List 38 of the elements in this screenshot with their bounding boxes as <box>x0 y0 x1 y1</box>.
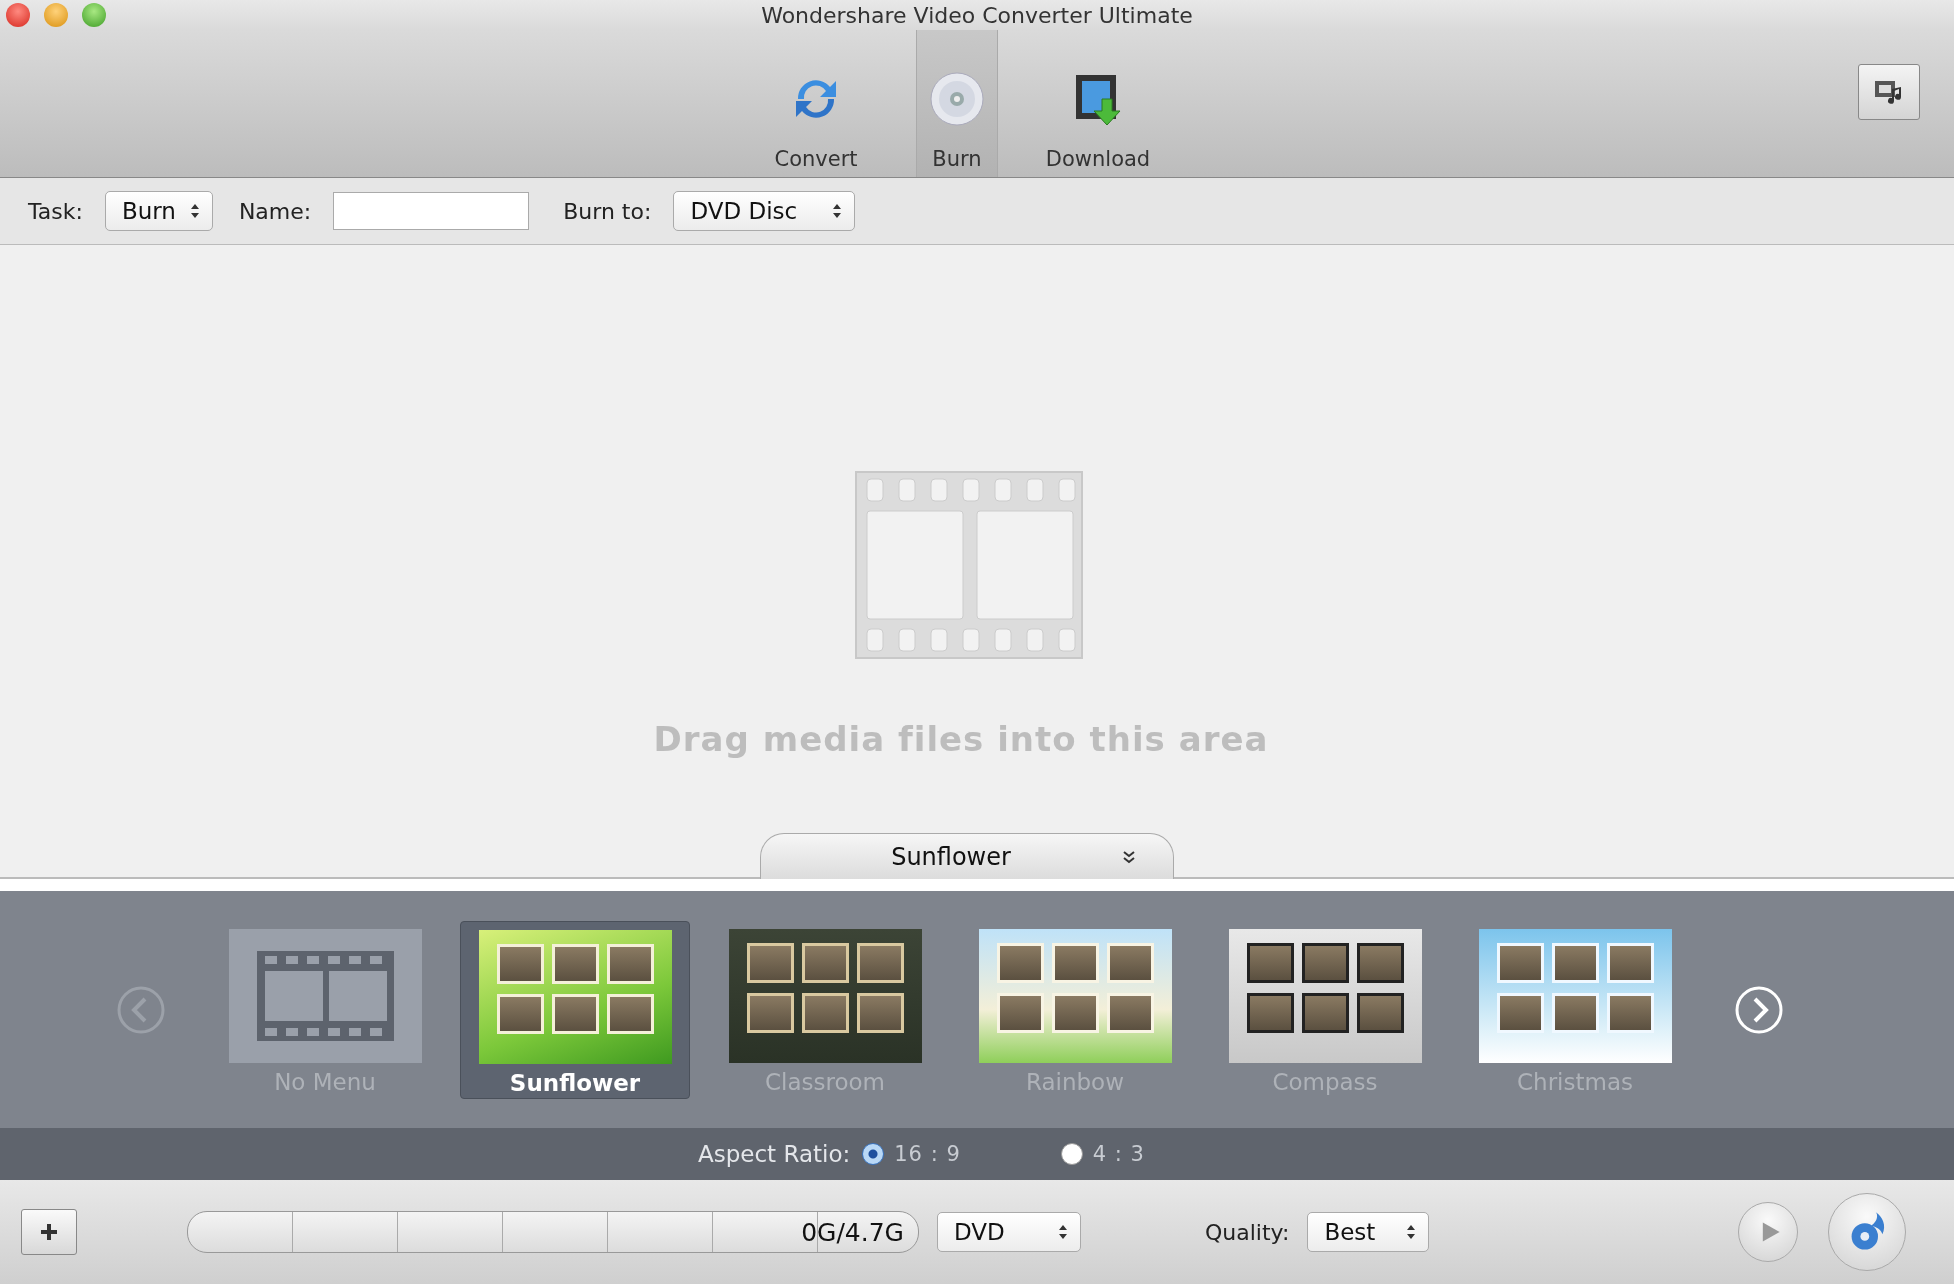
radio-dot[interactable] <box>1060 1143 1083 1165</box>
task-dropdown[interactable]: Burn <box>104 191 213 231</box>
toolbar-tab[interactable]: Burn <box>916 30 998 177</box>
window-title: Wondershare Video Converter Ultimate <box>761 2 1193 28</box>
radio-label: 4 : 3 <box>1092 1142 1145 1166</box>
toolbar-tab[interactable]: Convert <box>746 30 886 177</box>
name-field[interactable] <box>333 192 530 230</box>
updown-icon <box>189 203 200 219</box>
film-strip-icon <box>228 928 422 1063</box>
updown-icon <box>1406 1224 1417 1240</box>
aspect-ratio-label: Aspect Ratio: <box>698 1141 851 1167</box>
media-library-button[interactable] <box>1858 64 1920 120</box>
film-music-icon <box>1874 79 1904 105</box>
name-label: Name: <box>238 198 312 224</box>
chevron-right-icon <box>1734 984 1784 1035</box>
burn-to-label: Burn to: <box>563 198 652 224</box>
aspect-ratio-radio[interactable]: 4 : 3 <box>1060 1142 1145 1166</box>
close-button[interactable] <box>6 3 30 27</box>
quality-label: Quality: <box>1205 1219 1290 1245</box>
film-strip-icon <box>855 471 1083 659</box>
menu-template[interactable]: Sunflower <box>460 920 690 1099</box>
burn-to-dropdown[interactable]: DVD Disc <box>673 191 856 231</box>
menu-template-tab[interactable]: Sunflower <box>760 833 1174 879</box>
disc-icon <box>927 69 987 129</box>
updown-icon <box>1058 1224 1068 1240</box>
radio-dot[interactable] <box>862 1143 885 1165</box>
add-button[interactable] <box>21 1209 77 1255</box>
updown-icon <box>832 203 843 219</box>
disc-type-dropdown[interactable]: DVD <box>937 1212 1081 1252</box>
toolbar-tab[interactable]: Download <box>1028 30 1168 177</box>
chevron-left-icon <box>116 984 166 1035</box>
capacity-text: 0G/4.7G <box>801 1217 904 1247</box>
quality-dropdown[interactable]: Best <box>1307 1212 1430 1252</box>
plus-icon <box>39 1222 59 1242</box>
task-label: Task: <box>28 198 83 224</box>
zoom-button[interactable] <box>82 3 106 27</box>
radio-label: 16 : 9 <box>894 1142 961 1166</box>
aspect-ratio-radio[interactable]: 16 : 9 <box>862 1142 961 1166</box>
